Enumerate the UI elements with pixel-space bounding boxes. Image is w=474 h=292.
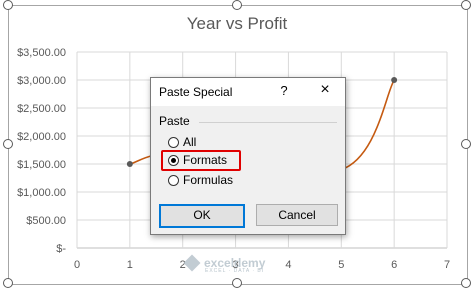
y-tick-label: $1,000.00 <box>17 187 66 199</box>
x-tick-label: 7 <box>444 259 450 271</box>
x-tick-label: 0 <box>74 259 80 271</box>
y-tick-label: $1,500.00 <box>17 159 66 171</box>
ok-button[interactable]: OK <box>159 204 245 228</box>
y-tick-label: $3,000.00 <box>17 75 66 87</box>
watermark-tagline: EXCEL · DATA · BI <box>205 268 265 274</box>
dialog-title: Paste Special <box>159 85 233 99</box>
formats-highlight-box <box>161 150 241 171</box>
radio-formulas-label: Formulas <box>183 173 234 187</box>
group-divider <box>199 122 337 123</box>
data-point <box>126 161 133 167</box>
y-tick-label: $3,500.00 <box>17 47 66 59</box>
y-tick-label: $- <box>56 243 66 255</box>
radio-all-circle[interactable] <box>168 136 179 148</box>
radio-all-label: All <box>183 135 197 149</box>
exceldemy-logo-icon <box>183 254 201 272</box>
close-icon[interactable]: × <box>315 81 335 99</box>
help-icon[interactable]: ? <box>277 83 291 98</box>
radio-formulas-circle[interactable] <box>168 174 179 186</box>
y-tick-label: $2,500.00 <box>17 103 66 115</box>
radio-all[interactable]: All <box>168 134 196 150</box>
x-tick-label: 4 <box>285 259 291 271</box>
dialog-titlebar[interactable]: Paste Special ? × <box>151 78 345 106</box>
chart-title: Year vs Profit <box>186 14 288 33</box>
x-tick-label: 5 <box>338 259 344 271</box>
x-tick-label: 6 <box>391 259 397 271</box>
data-point <box>391 77 398 83</box>
cancel-button[interactable]: Cancel <box>256 204 338 226</box>
y-tick-label: $500.00 <box>26 215 66 227</box>
x-tick-label: 1 <box>127 259 133 271</box>
y-tick-label: $2,000.00 <box>17 131 66 143</box>
paste-group-label: Paste <box>159 114 190 128</box>
radio-formulas[interactable]: Formulas <box>168 172 233 188</box>
